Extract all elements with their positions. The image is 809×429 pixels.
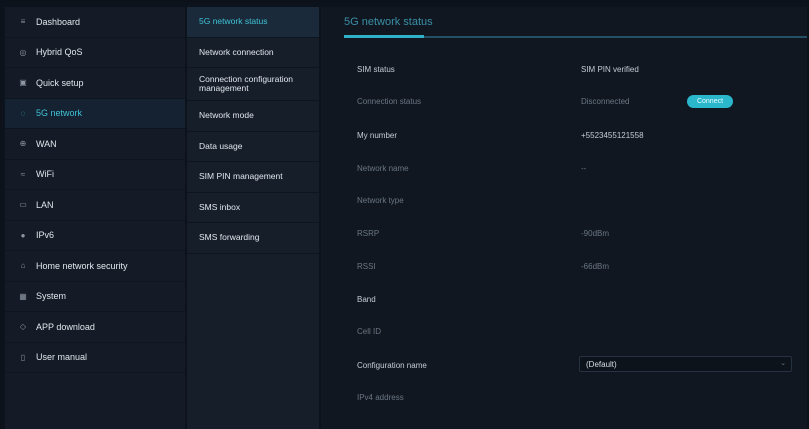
nav-item-label: WAN [36,138,57,149]
nav-item-system[interactable]: ▦ System [5,282,185,312]
dashboard-icon: ≡ [20,17,26,27]
home-icon: ⌂ [20,261,26,271]
rssi-value: -66dBm [581,262,610,271]
nav-item-label: Hybrid QoS [36,47,83,58]
nav-item-hybrid-qos[interactable]: ◎ Hybrid QoS [5,38,185,68]
page-title: 5G network status [344,16,433,28]
submenu-item-network-mode[interactable]: Network mode [187,101,319,132]
nav-item-label: System [36,291,67,302]
sim-status-label: SIM status [357,65,395,74]
quick-setup-icon: ▣ [19,78,27,88]
download-icon: ◇ [19,322,27,332]
submenu-item-network-connection[interactable]: Network connection [187,38,319,68]
submenu-item-sim-pin-management[interactable]: SIM PIN management [187,162,319,193]
submenu: 5G network status Network connection Con… [187,7,319,429]
my-number-value: +5523455121558 [581,131,644,140]
manual-icon: ▯ [20,352,26,362]
main-panel: 5G network status SIM status SIM PIN ver… [321,7,807,429]
nav-item-wan[interactable]: ⊕ WAN [5,129,185,160]
nav-item-5g-network[interactable]: ◌ 5G network [5,98,185,129]
nav-item-lan[interactable]: ▭ LAN [5,190,185,221]
band-label: Band [357,295,376,304]
network-type-label: Network type [357,196,404,205]
nav-item-label: IPv6 [36,230,55,241]
network-name-value: -- [581,164,587,173]
my-number-label: My number [357,131,398,140]
nav-item-ipv6[interactable]: ● IPv6 [5,221,185,251]
rsrp-value: -90dBm [581,229,610,238]
nav-item-user-manual[interactable]: ▯ User manual [5,343,185,373]
nav-item-dashboard[interactable]: ≡ Dashboard [5,7,185,38]
nav-item-label: Quick setup [36,77,84,88]
qos-icon: ◎ [19,47,27,57]
main-nav: ≡ Dashboard ◎ Hybrid QoS ▣ Quick setup ◌… [5,7,185,429]
chevron-down-icon: ⌄ [780,360,786,367]
nav-item-label: 5G network [36,108,83,119]
configuration-name-value: (Default) [586,360,617,369]
wan-icon: ⊕ [19,139,27,149]
configuration-name-select[interactable]: (Default) ⌄ [579,356,792,372]
configuration-name-label: Configuration name [357,361,427,370]
nav-item-home-network-security[interactable]: ⌂ Home network security [5,251,185,282]
ipv6-icon: ● [20,230,26,240]
nav-item-label: APP download [36,321,95,332]
nav-item-app-download[interactable]: ◇ APP download [5,312,185,343]
nav-item-wifi[interactable]: ≈ WiFi [5,160,185,190]
title-divider-accent [344,35,424,38]
lan-icon: ▭ [19,200,27,210]
submenu-item-sms-forwarding[interactable]: SMS forwarding [187,223,319,254]
nav-item-label: WiFi [36,169,54,180]
nav-item-label: Dashboard [36,16,81,27]
connection-status-value: Disconnected [581,97,630,106]
rsrp-label: RSRP [357,229,380,238]
nav-item-label: LAN [36,199,54,210]
submenu-item-sms-inbox[interactable]: SMS inbox [187,193,319,223]
submenu-item-5g-network-status[interactable]: 5G network status [187,7,319,38]
nav-item-label: Home network security [36,260,128,271]
wifi-icon: ≈ [20,169,26,179]
submenu-item-connection-configuration-management[interactable]: Connection configuration management [187,68,319,101]
nav-item-label: User manual [36,352,88,363]
nav-item-quick-setup[interactable]: ▣ Quick setup [5,68,185,99]
network-name-label: Network name [357,164,409,173]
sim-status-value: SIM PIN verified [581,65,639,74]
cell-id-label: Cell ID [357,327,382,336]
connect-button[interactable]: Connect [687,95,733,108]
connection-status-label: Connection status [357,97,422,106]
ipv4-address-label: IPv4 address [357,393,404,402]
rssi-label: RSSI [357,262,376,271]
system-icon: ▦ [19,291,27,301]
submenu-item-data-usage[interactable]: Data usage [187,132,319,162]
5g-network-icon: ◌ [20,108,26,118]
